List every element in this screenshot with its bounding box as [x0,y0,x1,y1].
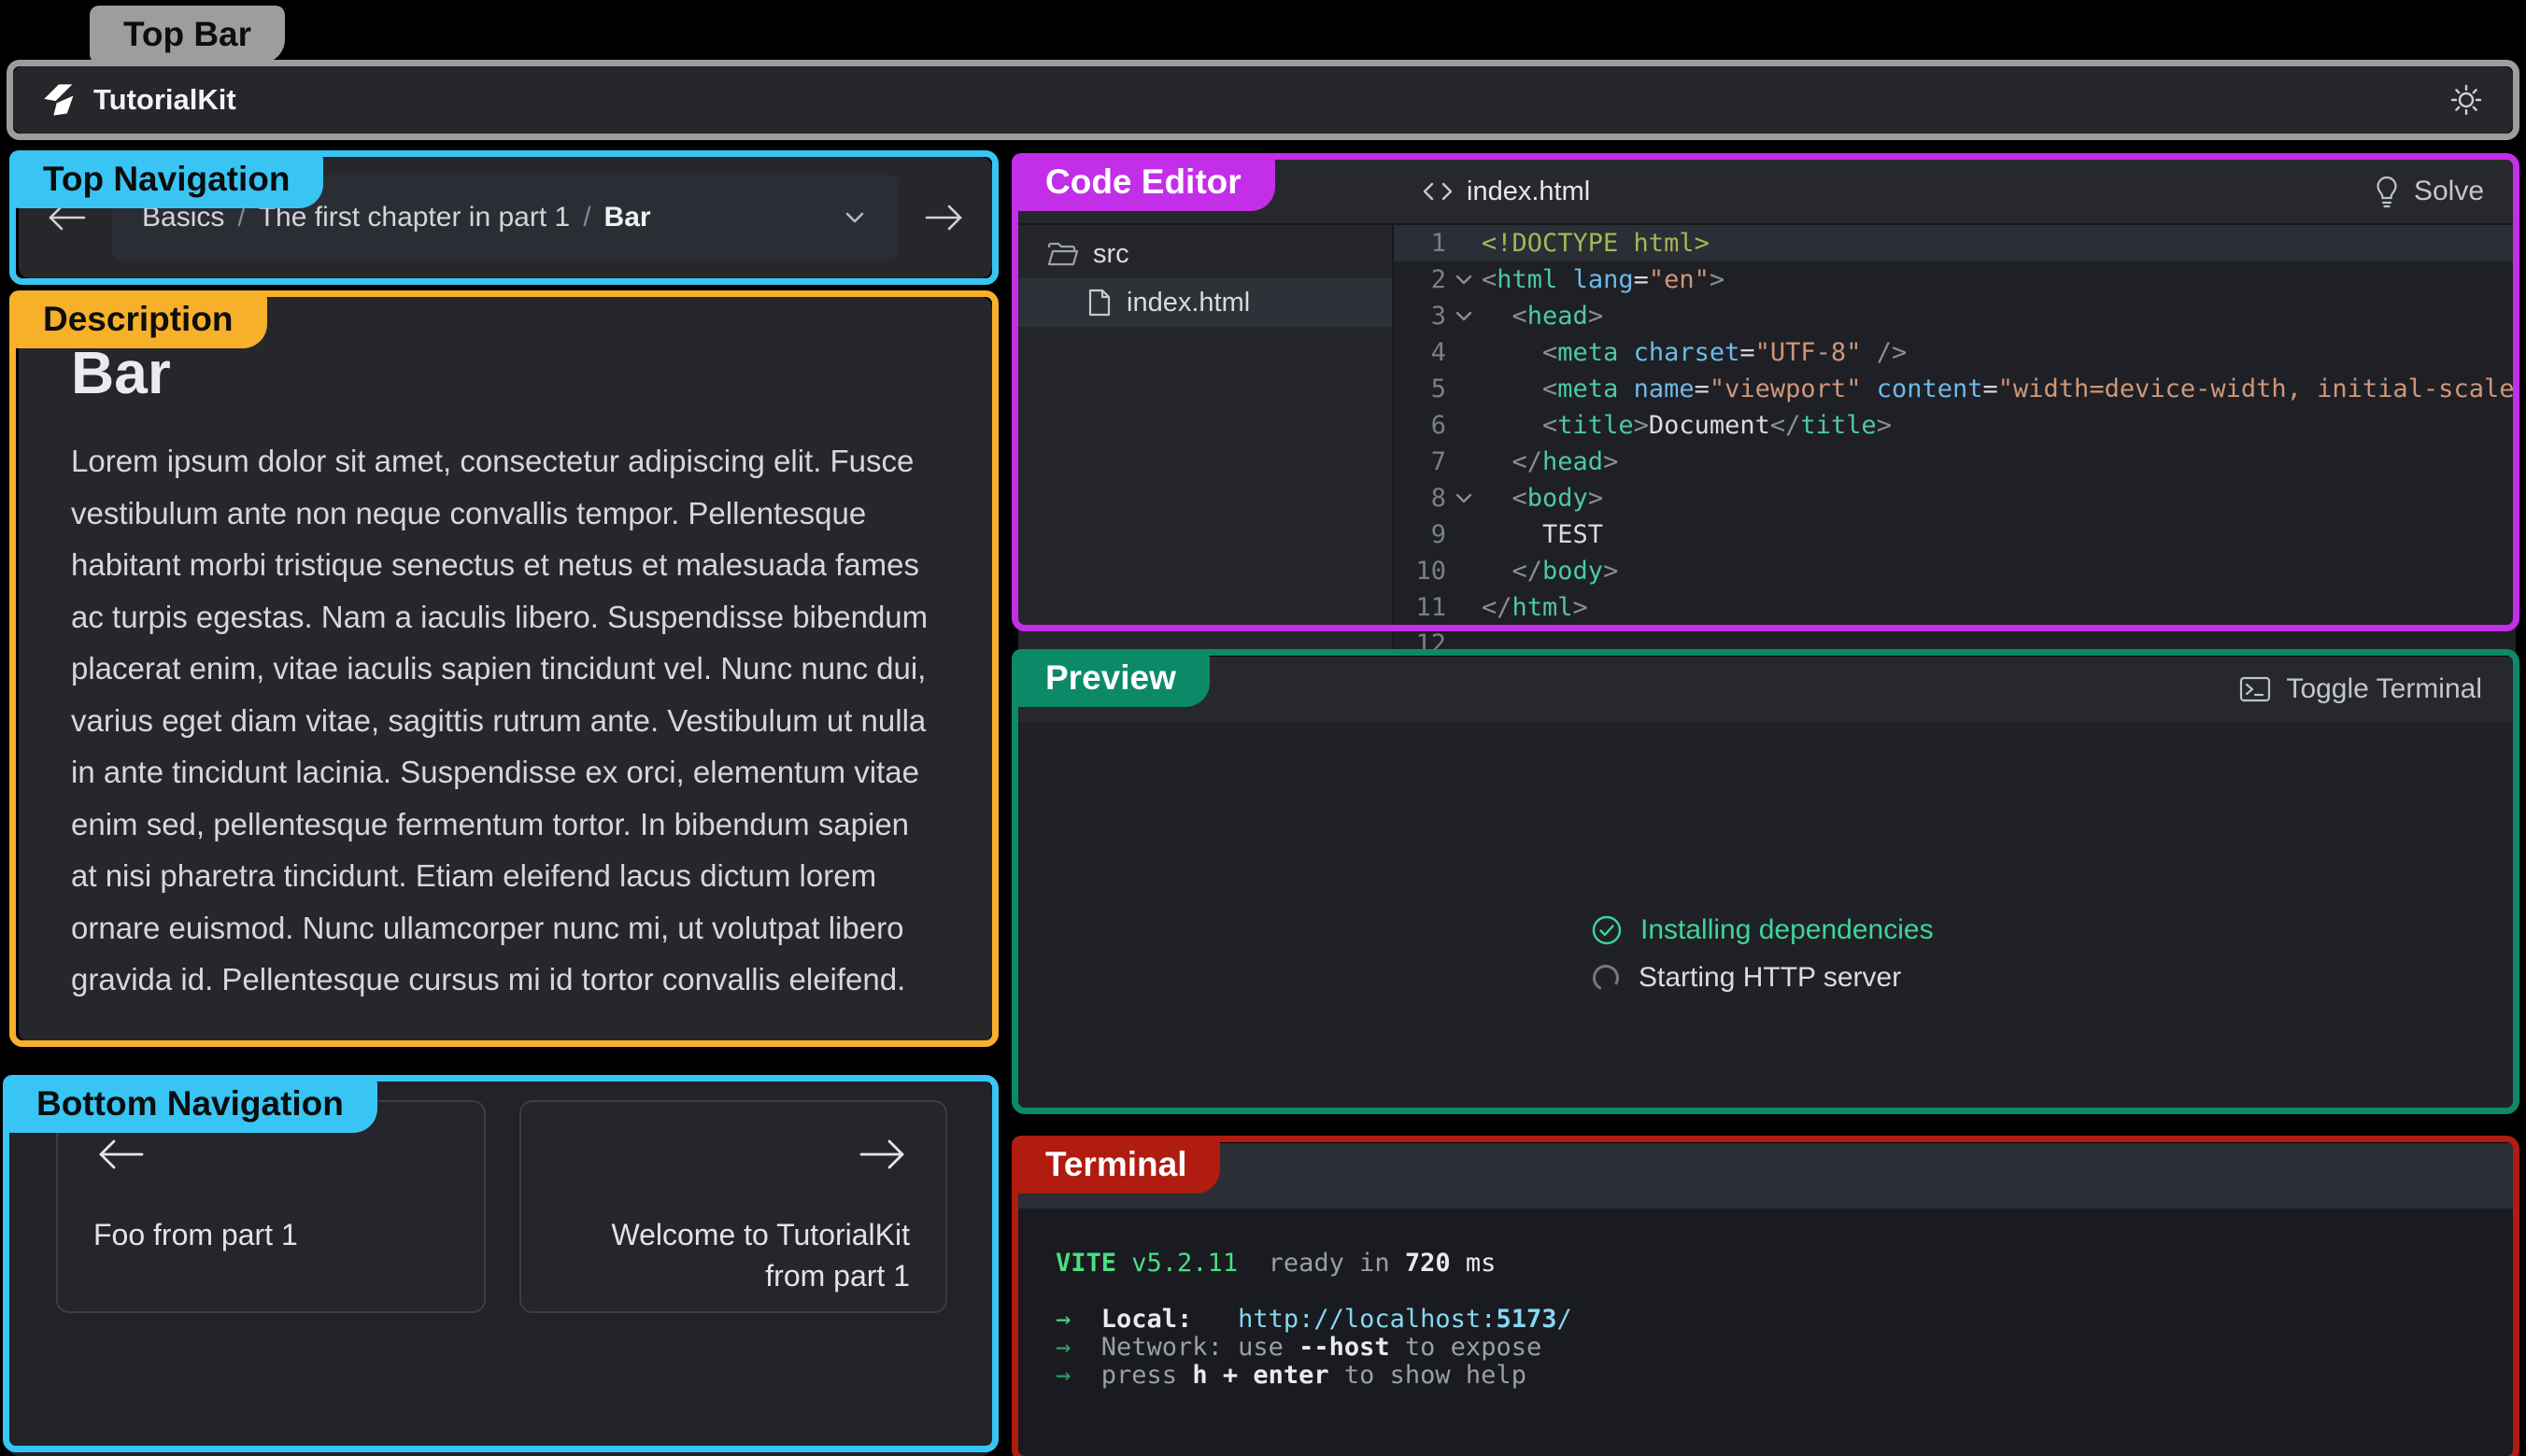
chevron-down-icon [841,208,869,227]
top-bar: TutorialKit [13,66,2513,134]
step-label: Installing dependencies [1640,914,1934,946]
code-line: 11</html> [1394,589,2516,626]
brand: TutorialKit [41,81,236,119]
terminal-icon [2239,676,2271,702]
line-number: 5 [1394,375,1446,403]
fold-chevron-icon[interactable] [1446,492,1482,505]
code-line: 12 [1394,626,2516,653]
toggle-terminal-button[interactable]: Toggle Terminal [2239,673,2482,705]
tutorialkit-logo-icon [41,81,78,119]
lightbulb-icon [2373,175,2401,208]
next-lesson-label: Welcome to TutorialKit from part 1 [557,1214,910,1296]
solve-button[interactable]: Solve [2373,175,2484,208]
line-number: 9 [1394,520,1446,549]
step-label: Starting HTTP server [1639,962,1901,994]
tutorialkit-app: TutorialKit Basics/The first chapter in … [0,0,2526,1456]
editor-tab-index-html[interactable]: index.html [1422,177,1590,207]
step-starting-http-server: Starting HTTP server [1590,962,1934,994]
annotation-label-top-bar: Top Bar [90,6,285,64]
annotation-label-preview: Preview [1012,649,1210,707]
terminal-line: → Local: http://localhost:5173/ [1056,1306,2516,1334]
nav-forward-arrow-icon[interactable] [923,202,966,233]
folder-open-icon [1046,241,1078,267]
code-line: 4 <meta charset="UTF-8" /> [1394,334,2516,371]
prev-lesson-label: Foo from part 1 [93,1214,448,1255]
lesson-body-text: Lorem ipsum dolor sit amet, consectetur … [71,435,940,1006]
terminal-line [1056,1278,2516,1306]
code-line: 7 </head> [1394,444,2516,480]
annotation-label-bottom-navigation: Bottom Navigation [3,1075,377,1133]
lesson-description-panel: Bar Lorem ipsum dolor sit amet, consecte… [19,297,992,1042]
code-line: 9 TEST [1394,516,2516,553]
theme-toggle-sun-icon[interactable] [2448,81,2485,119]
fold-chevron-icon[interactable] [1446,310,1482,323]
annotation-label-code-editor: Code Editor [1012,153,1275,211]
brand-title: TutorialKit [93,83,236,117]
code-line: 2<html lang="en"> [1394,262,2516,298]
next-arrow-icon [856,1136,910,1173]
boot-steps: Installing dependencies Starting HTTP se… [1590,913,1934,994]
terminal-tab-bar [1018,1143,2516,1209]
breadcrumb-separator: / [583,202,590,233]
line-number: 6 [1394,411,1446,440]
code-line: 3 <head> [1394,298,2516,334]
tree-file-index-html[interactable]: index.html [1018,278,1392,327]
line-number: 10 [1394,557,1446,586]
line-number: 4 [1394,338,1446,367]
tree-folder-label: src [1093,239,1129,270]
fold-chevron-icon[interactable] [1446,274,1482,287]
solve-label: Solve [2414,176,2484,207]
editor-tab-label: index.html [1467,177,1590,207]
terminal-line: → Network: use --host to expose [1056,1334,2516,1362]
line-number: 2 [1394,265,1446,294]
annotation-label-top-navigation: Top Navigation [9,150,323,208]
check-circle-icon [1590,913,1624,947]
line-number: 7 [1394,447,1446,476]
code-editor-content[interactable]: 1<!DOCTYPE html>2<html lang="en">3 <head… [1392,225,2516,653]
code-line: 6 <title>Document</title> [1394,407,2516,444]
lesson-title: Bar [71,338,940,407]
breadcrumb-segment: Bar [604,202,651,233]
annotation-label-description: Description [9,290,267,348]
spinner-icon [1590,962,1622,994]
terminal-line: → press h + enter to show help [1056,1362,2516,1390]
prev-arrow-icon [93,1136,148,1173]
step-installing-dependencies: Installing dependencies [1590,913,1934,947]
line-number: 8 [1394,484,1446,513]
terminal-line: VITE v5.2.11 ready in 720 ms [1056,1250,2516,1278]
annotation-label-terminal: Terminal [1012,1136,1220,1194]
preview-header: Toggle Terminal [1018,657,2516,722]
code-line: 5 <meta name="viewport" content="width=d… [1394,371,2516,407]
line-number: 11 [1394,593,1446,622]
code-line: 1<!DOCTYPE html> [1394,225,2516,262]
terminal-output[interactable]: VITE v5.2.11 ready in 720 ms → Local: htt… [1018,1209,2516,1456]
line-number: 3 [1394,302,1446,331]
tree-file-label: index.html [1127,288,1250,318]
next-lesson-card[interactable]: Welcome to TutorialKit from part 1 [519,1100,947,1313]
code-line: 8 <body> [1394,480,2516,516]
tree-folder-src[interactable]: src [1018,230,1392,278]
file-icon [1087,288,1112,318]
code-file-icon [1422,180,1454,203]
toggle-terminal-label: Toggle Terminal [2286,673,2482,705]
line-number: 12 [1394,629,1446,653]
line-number: 1 [1394,229,1446,258]
code-line: 10 </body> [1394,553,2516,589]
